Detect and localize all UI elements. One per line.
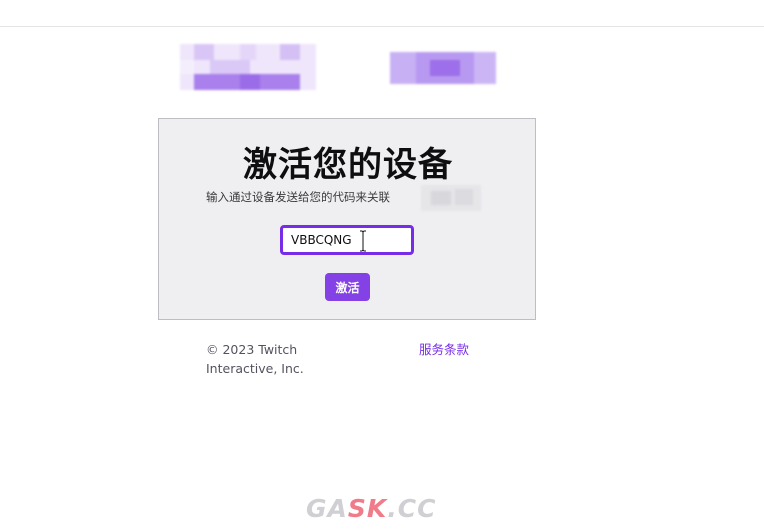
- page-title: 激活您的设备: [243, 145, 453, 185]
- watermark-part-2: SK: [347, 494, 388, 523]
- blurred-instruction-tail: [421, 185, 481, 211]
- terms-of-service-link[interactable]: 服务条款: [419, 340, 469, 359]
- instruction-text: 输入通过设备发送给您的代码来关联: [206, 190, 390, 204]
- watermark-part-3: .CC: [387, 494, 437, 523]
- copyright-line-1: © 2023 Twitch: [206, 342, 298, 357]
- text-cursor-icon: [360, 230, 366, 252]
- copyright-text: © 2023 Twitch Interactive, Inc.: [206, 340, 326, 378]
- blurred-logo-left: [180, 44, 316, 90]
- blurred-logo-right: [390, 52, 496, 84]
- watermark-part-1: GA: [306, 494, 348, 523]
- top-bar: [0, 0, 764, 27]
- activate-device-card: 激活您的设备 输入通过设备发送给您的代码来关联 激活: [158, 118, 536, 320]
- watermark-logo: GASK.CC: [306, 494, 436, 523]
- copyright-line-2: Interactive, Inc.: [206, 361, 304, 376]
- device-code-input[interactable]: [280, 225, 414, 255]
- activate-button[interactable]: 激活: [325, 273, 370, 301]
